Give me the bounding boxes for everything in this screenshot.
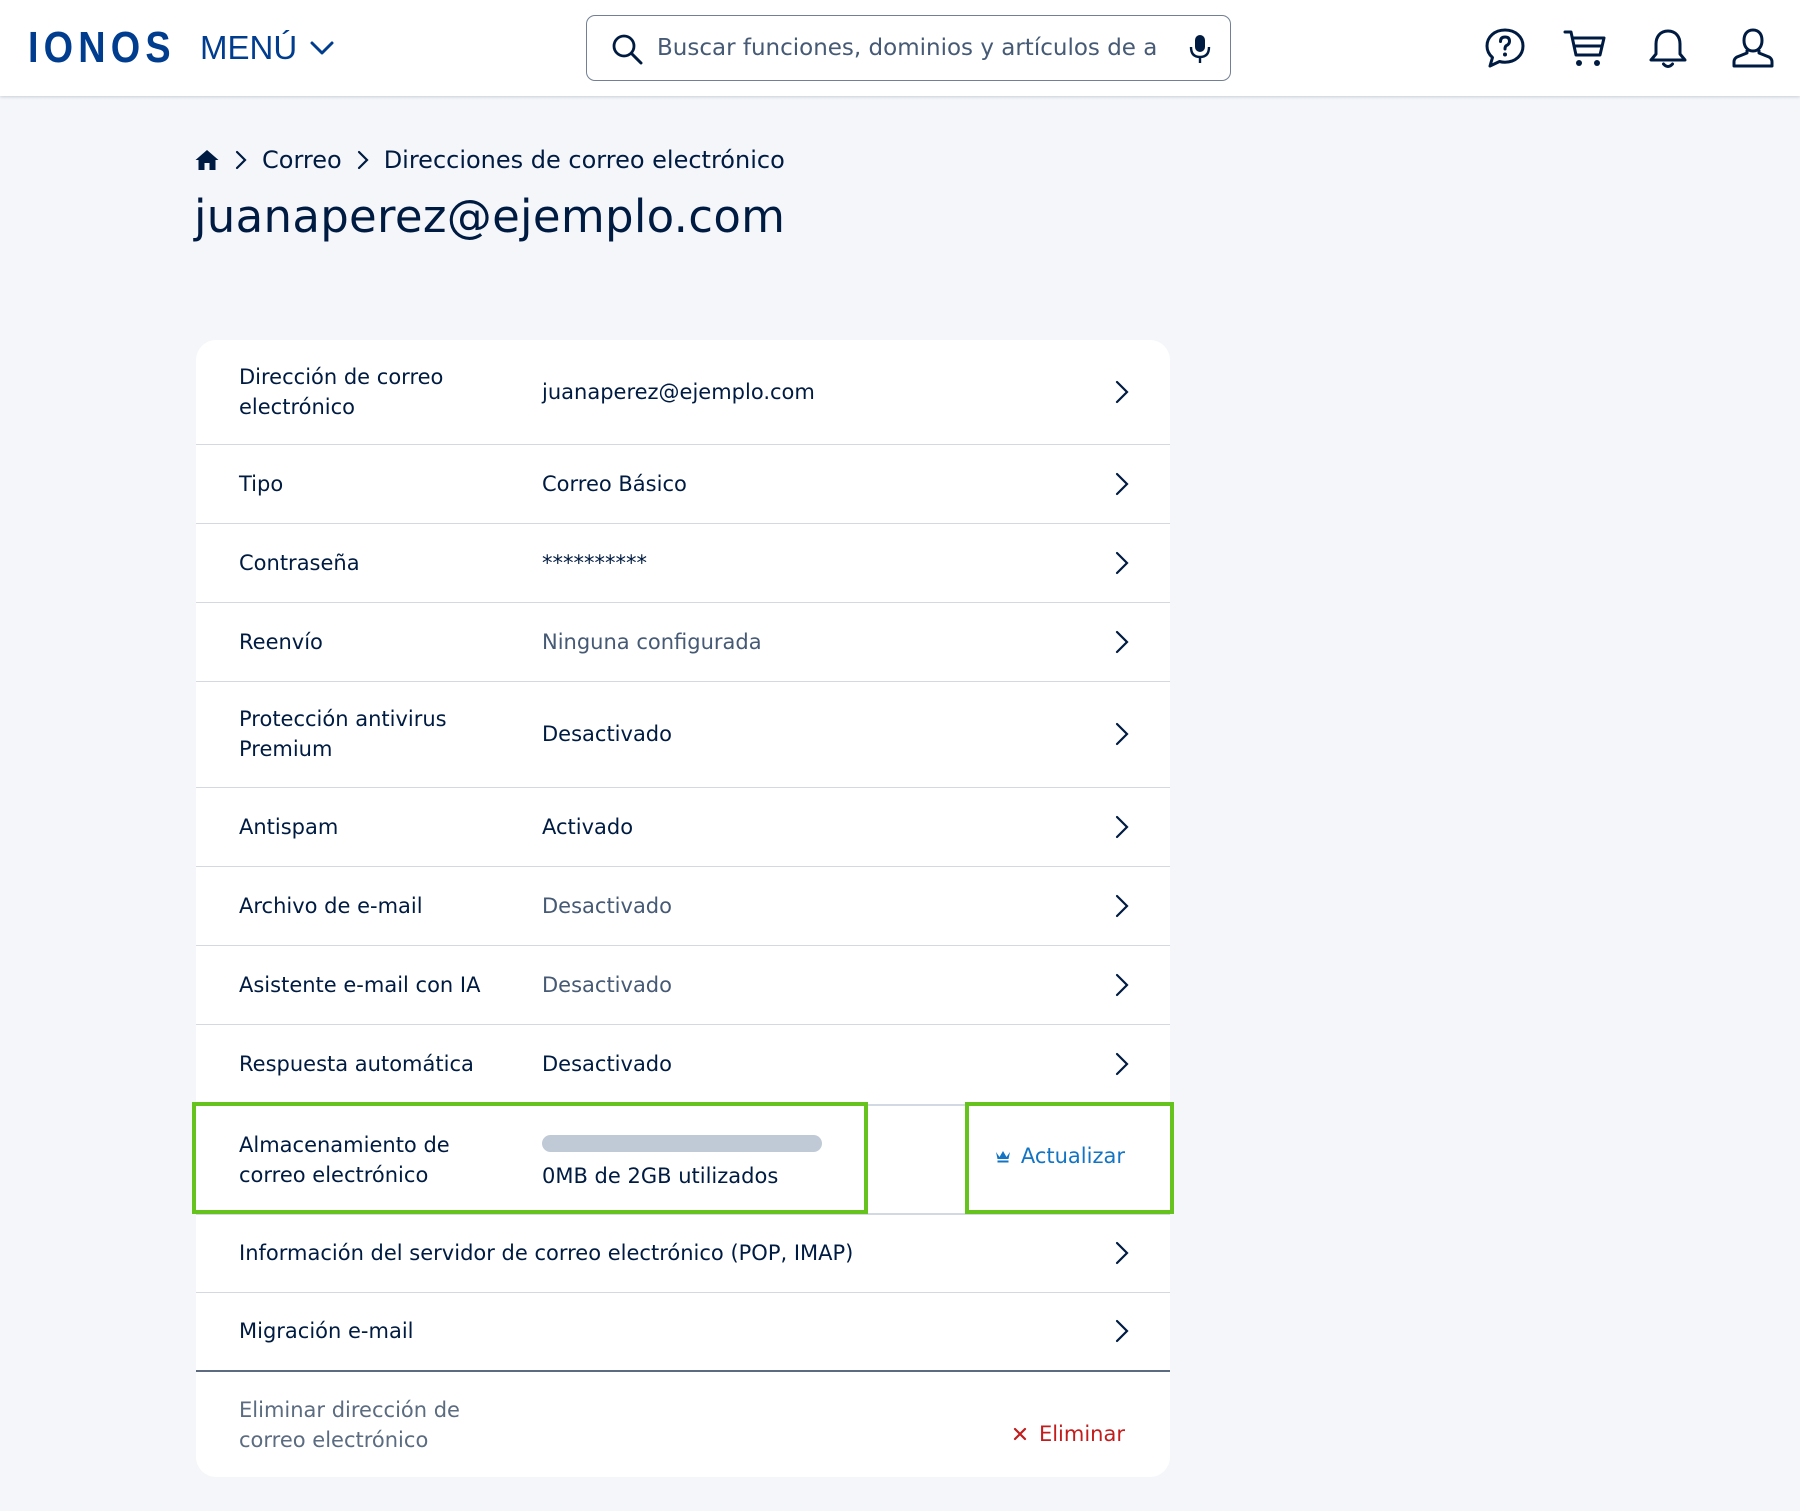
ionos-logo[interactable]: IONOS: [28, 26, 176, 70]
chevron-right-icon: [1115, 551, 1129, 575]
row-label: Archivo de e-mail: [239, 894, 423, 918]
row-ai-assistant[interactable]: Asistente e-mail con IA Desactivado: [196, 946, 1170, 1025]
row-value: juanaperez@ejemplo.com: [542, 380, 815, 404]
row-delete: Eliminar dirección de correo electrónico…: [196, 1372, 1170, 1477]
delete-button[interactable]: Eliminar: [1013, 1422, 1125, 1446]
menu-button[interactable]: MENÚ: [200, 28, 337, 68]
row-label: Antispam: [239, 815, 339, 839]
row-migration[interactable]: Migración e-mail: [196, 1293, 1170, 1372]
row-value: Desactivado: [542, 1052, 672, 1076]
menu-label: MENÚ: [200, 29, 298, 66]
row-value: Desactivado: [542, 973, 672, 997]
upgrade-link[interactable]: Actualizar: [995, 1144, 1125, 1168]
row-password[interactable]: Contraseña **********: [196, 524, 1170, 603]
row-label: Dirección de correo electrónico: [239, 365, 444, 419]
chevron-right-icon: [1115, 630, 1129, 654]
row-label: Información del servidor de correo elect…: [239, 1241, 854, 1265]
divider: [196, 1104, 1170, 1106]
chevron-right-icon: [357, 150, 369, 170]
row-server-info[interactable]: Información del servidor de correo elect…: [196, 1214, 1170, 1293]
search-box[interactable]: [586, 15, 1231, 81]
chevron-right-icon: [1115, 380, 1129, 404]
crown-icon: [995, 1151, 1010, 1163]
breadcrumb-item-addresses[interactable]: Direcciones de correo electrónico: [384, 146, 785, 174]
row-label: Protección antivirus Premium: [239, 707, 447, 761]
chevron-right-icon: [1115, 472, 1129, 496]
row-value: **********: [542, 551, 647, 575]
storage-progress-bar: [542, 1135, 822, 1152]
chevron-right-icon: [1115, 815, 1129, 839]
search-icon: [612, 34, 643, 65]
chevron-right-icon: [1115, 894, 1129, 918]
row-value: Desactivado: [542, 894, 672, 918]
chevron-right-icon: [1115, 1319, 1129, 1343]
help-chat-icon[interactable]: [1482, 25, 1528, 71]
chevron-right-icon: [1115, 1052, 1129, 1076]
row-type[interactable]: Tipo Correo Básico: [196, 445, 1170, 524]
row-forwarding[interactable]: Reenvío Ninguna configurada: [196, 603, 1170, 682]
row-label: Almacenamiento de correo electrónico: [239, 1133, 450, 1187]
row-label: Respuesta automática: [239, 1052, 474, 1076]
row-auto-reply[interactable]: Respuesta automática Desactivado: [196, 1025, 1170, 1104]
row-antivirus[interactable]: Protección antivirus Premium Desactivado: [196, 682, 1170, 788]
chevron-down-icon: [310, 41, 334, 55]
row-value: Activado: [542, 815, 634, 839]
row-value: Ninguna configurada: [542, 630, 762, 654]
home-icon[interactable]: [194, 148, 220, 172]
row-email-address[interactable]: Dirección de correo electrónico juanaper…: [196, 340, 1170, 445]
row-label: Migración e-mail: [239, 1319, 414, 1343]
bell-icon[interactable]: [1645, 25, 1691, 71]
chevron-right-icon: [235, 150, 247, 170]
row-label: Contraseña: [239, 551, 360, 575]
email-settings-card: Dirección de correo electrónico juanaper…: [196, 340, 1170, 1477]
row-label: Asistente e-mail con IA: [239, 973, 481, 997]
breadcrumb: Correo Direcciones de correo electrónico: [194, 142, 785, 178]
row-antispam[interactable]: Antispam Activado: [196, 788, 1170, 867]
row-storage: Almacenamiento de correo electrónico 0MB…: [196, 1104, 1170, 1214]
storage-usage-text: 0MB de 2GB utilizados: [542, 1164, 779, 1188]
row-value: Desactivado: [542, 722, 672, 746]
close-icon: [1013, 1427, 1027, 1441]
breadcrumb-item-correo[interactable]: Correo: [262, 146, 342, 174]
chevron-right-icon: [1115, 1241, 1129, 1265]
user-icon[interactable]: [1730, 25, 1776, 71]
delete-label: Eliminar: [1038, 1422, 1125, 1446]
search-input[interactable]: [657, 26, 1157, 70]
row-label: Tipo: [239, 472, 284, 496]
chevron-right-icon: [1115, 973, 1129, 997]
upgrade-label: Actualizar: [1020, 1144, 1125, 1168]
cart-icon[interactable]: [1562, 25, 1608, 71]
page-title: juanaperez@ejemplo.com: [194, 190, 786, 243]
top-bar: IONOS MENÚ: [0, 0, 1800, 96]
row-value: Correo Básico: [542, 472, 687, 496]
row-label: Eliminar dirección de correo electrónico: [239, 1398, 460, 1452]
chevron-right-icon: [1115, 722, 1129, 746]
row-label: Reenvío: [239, 630, 323, 654]
row-email-archive[interactable]: Archivo de e-mail Desactivado: [196, 867, 1170, 946]
microphone-icon[interactable]: [1188, 33, 1212, 65]
